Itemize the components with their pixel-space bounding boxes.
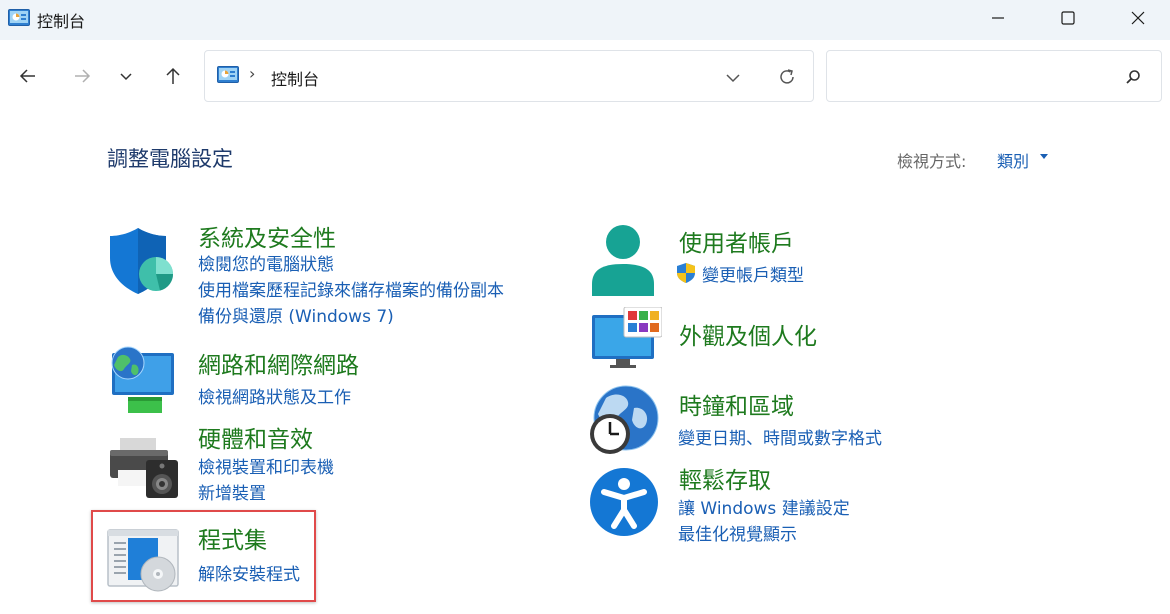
category-system-security[interactable]: 系統及安全性 [198, 219, 336, 253]
chevron-down-icon [726, 74, 740, 83]
link-review-computer-status[interactable]: 檢閱您的電腦狀態 [198, 250, 334, 275]
ease-of-access-icon[interactable] [588, 466, 660, 538]
title-bar: 控制台 [0, 0, 1170, 40]
address-bar[interactable]: › 控制台 [204, 50, 814, 102]
category-appearance-personalization[interactable]: 外觀及個人化 [679, 317, 817, 351]
maximize-button[interactable] [1045, 0, 1091, 36]
back-button[interactable] [12, 60, 44, 92]
maximize-icon [1061, 11, 1075, 25]
recent-locations-button[interactable] [110, 60, 142, 92]
link-change-date-time-format[interactable]: 變更日期、時間或數字格式 [678, 424, 882, 449]
page-title: 調整電腦設定 [107, 147, 233, 171]
chevron-down-icon [120, 73, 132, 81]
up-button[interactable] [157, 60, 189, 92]
arrow-left-icon [19, 69, 35, 83]
user-account-icon[interactable] [588, 222, 658, 298]
uac-shield-icon [677, 263, 695, 283]
arrow-up-icon [166, 67, 180, 84]
minimize-button[interactable] [975, 0, 1021, 36]
shield-security-icon[interactable] [106, 224, 178, 296]
minimize-icon [992, 17, 1004, 19]
link-let-windows-suggest[interactable]: 讓 Windows 建議設定 [678, 494, 850, 519]
forward-button[interactable] [66, 60, 98, 92]
category-hardware-sound[interactable]: 硬體和音效 [198, 420, 313, 454]
category-network-internet[interactable]: 網路和網際網路 [198, 346, 359, 380]
address-history-button[interactable] [719, 64, 747, 92]
link-network-status-tasks[interactable]: 檢視網路狀態及工作 [198, 383, 351, 408]
view-by-dropdown[interactable]: 類別 [997, 148, 1029, 172]
control-panel-icon [8, 9, 30, 26]
link-optimize-visual-display[interactable]: 最佳化視覺顯示 [678, 520, 797, 545]
navigation-bar: › 控制台 [0, 40, 1170, 114]
highlight-box [91, 510, 316, 602]
breadcrumb-item[interactable]: 控制台 [271, 66, 319, 90]
clock-globe-icon[interactable] [588, 384, 660, 456]
link-backup-restore-win7[interactable]: 備份與還原 (Windows 7) [198, 302, 394, 327]
caret-down-icon[interactable] [1040, 154, 1048, 159]
view-by-label: 檢視方式: [897, 152, 967, 171]
close-icon [1131, 11, 1145, 25]
close-button[interactable] [1115, 0, 1161, 36]
link-devices-printers[interactable]: 檢視裝置和印表機 [198, 453, 334, 478]
arrow-right-icon [75, 69, 91, 83]
window-title: 控制台 [37, 12, 86, 31]
refresh-button[interactable] [773, 63, 801, 91]
category-ease-of-access[interactable]: 輕鬆存取 [679, 461, 771, 495]
link-add-device[interactable]: 新增裝置 [198, 479, 266, 504]
link-file-history-backup[interactable]: 使用檔案歷程記錄來儲存檔案的備份副本 [198, 276, 504, 301]
search-input[interactable] [826, 50, 1162, 102]
category-user-accounts[interactable]: 使用者帳戶 [679, 224, 794, 258]
category-clock-region[interactable]: 時鐘和區域 [679, 387, 794, 421]
control-panel-icon [217, 66, 239, 83]
printer-speaker-icon[interactable] [106, 434, 180, 500]
search-icon[interactable] [1121, 65, 1145, 89]
network-globe-icon[interactable] [106, 343, 178, 415]
link-change-account-type[interactable]: 變更帳戶類型 [702, 261, 804, 286]
appearance-personalization-icon[interactable] [590, 307, 662, 371]
refresh-icon [780, 69, 794, 84]
breadcrumb-separator: › [249, 64, 256, 83]
